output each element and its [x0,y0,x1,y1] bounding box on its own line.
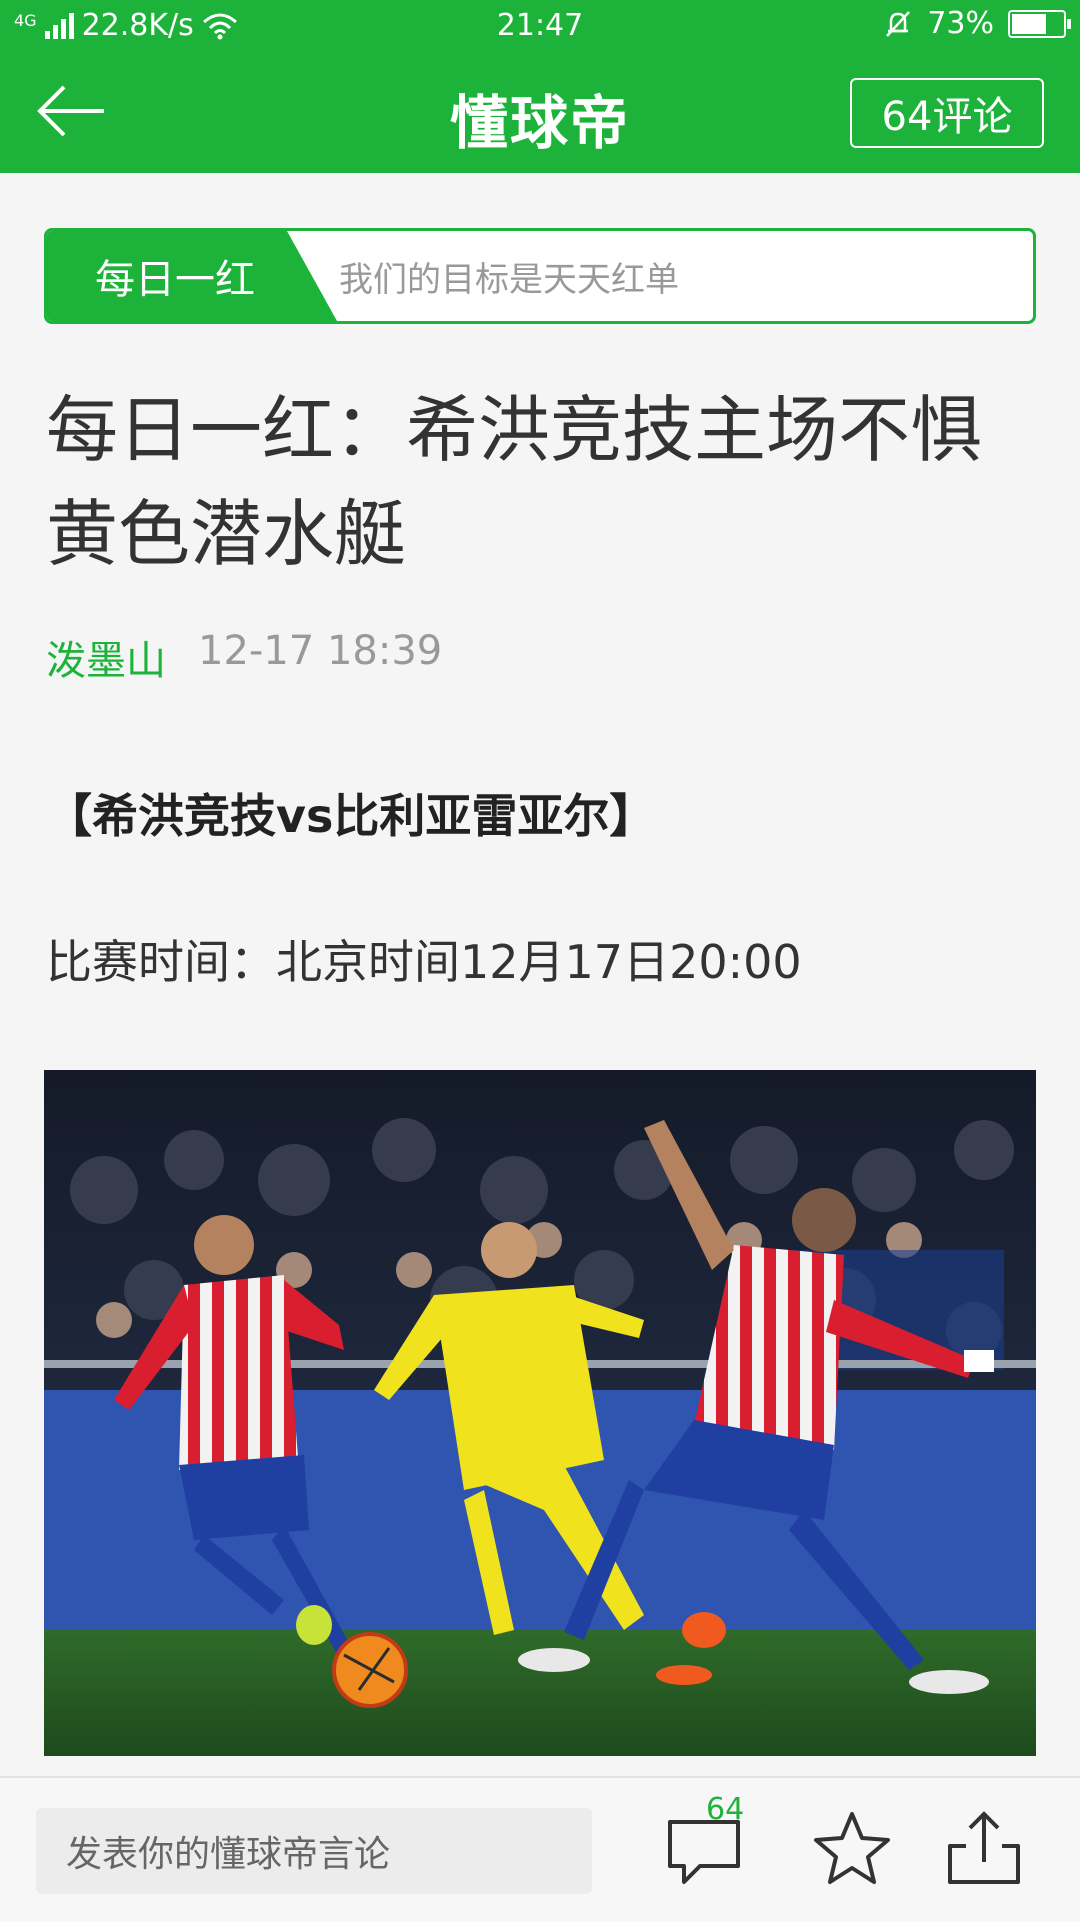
daily-tag-banner[interactable]: 每日一红 我们的目标是天天红单 [44,228,1036,324]
battery-icon [1008,9,1071,38]
status-right: 73% [883,6,1071,41]
comment-count-badge: 64 [706,1792,745,1827]
daily-tag-slogan: 我们的目标是天天红单 [339,259,679,300]
comment-input[interactable]: 发表你的懂球帝言论 [36,1808,592,1894]
football-photo-illustration [44,1070,1036,1756]
nav-bar: 懂球帝 64评论 [0,54,1080,173]
author-name[interactable]: 泼墨山 [46,628,166,686]
article-photo [44,1070,1036,1756]
comments-button[interactable]: 64评论 [850,78,1044,148]
article-meta: 泼墨山 12-17 18:39 [46,628,442,686]
battery-fill [1012,13,1046,34]
publish-date: 12-17 18:39 [198,628,443,674]
match-time: 比赛时间：北京时间12月17日20:00 [46,935,802,989]
status-bar: 4G 22.8K/s 21:47 73% [0,0,1080,54]
daily-tag-label: 每日一红 [47,231,337,321]
article-subheading: 【希洪竞技vs比利亚雷亚尔】 [46,789,656,843]
star-icon[interactable] [808,1804,896,1892]
article-title: 每日一红：希洪竞技主场不惧黄色潜水艇 [46,388,983,576]
battery-percent: 73% [927,6,994,41]
top-bar: 4G 22.8K/s 21:47 73% 懂球帝 64评论 [0,0,1080,173]
alarm-off-icon [886,10,911,37]
bottom-action-bar: 发表你的懂球帝言论 64 [0,1776,1080,1922]
share-icon[interactable] [940,1804,1028,1892]
